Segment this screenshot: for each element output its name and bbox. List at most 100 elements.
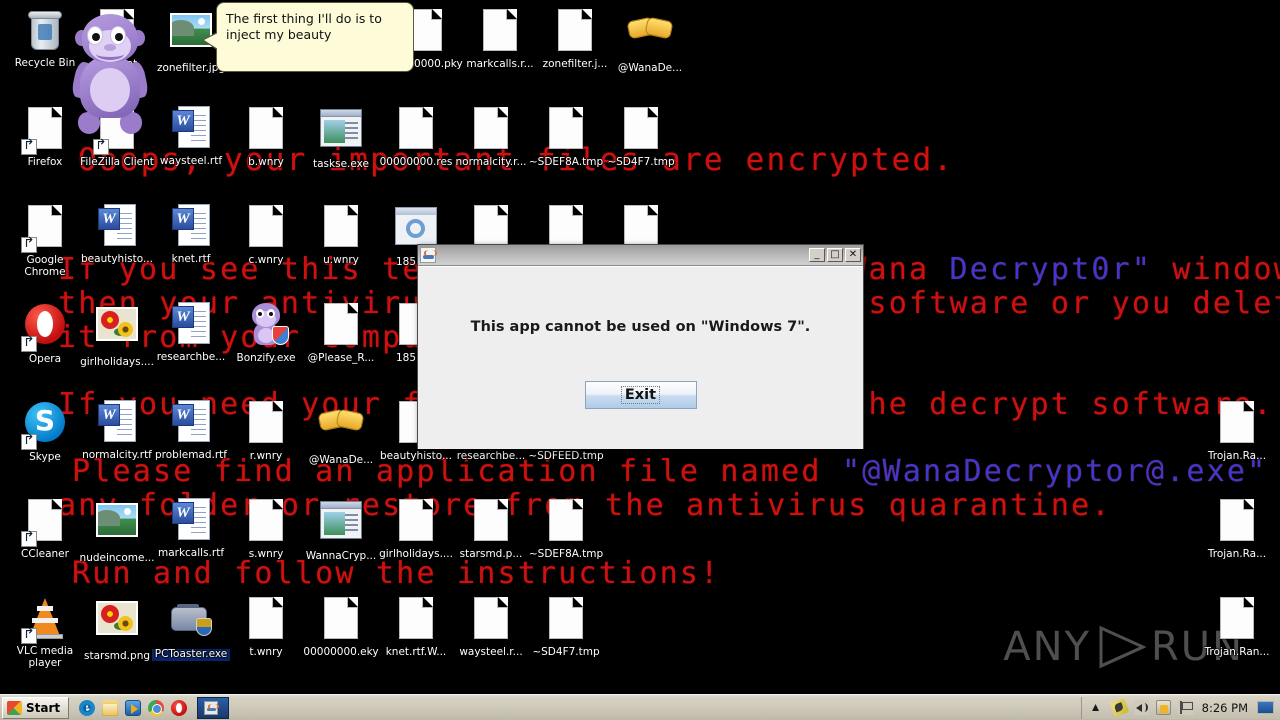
ransom-line-2-part-c: window, [1172, 252, 1280, 287]
desktop-icon[interactable]: PCToaster.exe [152, 594, 230, 661]
desktop-icon-label: girlholidays.... [379, 548, 453, 560]
desktop-icon-label: normalcity.r... [455, 156, 527, 168]
desktop-icon[interactable]: Wnormalcity.rtf [78, 398, 156, 462]
exit-button[interactable]: Exit [584, 381, 697, 409]
desktop-icon[interactable]: r.wnry [227, 398, 305, 463]
desktop-icon[interactable]: 00000000.eky [302, 594, 380, 659]
show-hidden-icons-chevron[interactable]: ▲ [1090, 700, 1105, 715]
start-button-label: Start [26, 700, 61, 715]
file-icon [1220, 401, 1254, 443]
desktop-icon-glyph [167, 599, 215, 647]
volume-icon[interactable] [1133, 700, 1149, 715]
network-icon[interactable] [1109, 697, 1129, 718]
settings-file-icon [395, 207, 437, 245]
desktop-icon-glyph [93, 307, 141, 355]
quick-launch-bar [79, 699, 188, 716]
action-flag-icon[interactable] [1177, 700, 1193, 715]
desktop-icon[interactable]: c.wnry [227, 202, 305, 267]
taskbar-item-java-app[interactable] [197, 696, 230, 719]
desktop-icon[interactable]: 00000000.res [377, 104, 455, 169]
desktop-icon[interactable]: Wbeautyhisto... [78, 202, 156, 266]
desktop-icon[interactable]: CCleaner [6, 496, 84, 561]
windows-explorer-icon[interactable] [102, 699, 119, 716]
desktop-icon-glyph [242, 401, 290, 449]
desktop-icon-label: waysteel.r... [459, 646, 523, 658]
security-center-icon[interactable] [1155, 700, 1171, 715]
desktop-icon[interactable]: t.wnry [227, 594, 305, 659]
dialog-titlebar[interactable]: _ □ ✕ [418, 245, 863, 266]
desktop-icon[interactable]: Trojan.Ran... [1198, 594, 1276, 659]
windows-media-player-icon[interactable] [125, 699, 142, 716]
bonzi-eye-right [110, 26, 126, 45]
desktop-icon[interactable]: ~SDEF8A.tmp [527, 104, 605, 169]
desktop-icon[interactable]: Wmarkcalls.rtf [152, 496, 230, 560]
desktop-icon[interactable]: nudeincome... [78, 496, 156, 565]
desktop-icon-label: knet.rtf.W... [385, 646, 447, 658]
desktop-icon[interactable]: WannaCryp... [302, 496, 380, 563]
desktop-icon-glyph [317, 303, 365, 351]
desktop-icon[interactable]: b.wnry [227, 104, 305, 169]
desktop-icon-glyph: W [167, 498, 215, 546]
desktop-icon-glyph [542, 499, 590, 547]
desktop-icon-label: ~SDEF8A.tmp [528, 156, 604, 168]
close-button[interactable]: ✕ [845, 248, 861, 262]
desktop-icon-label: researchbe... [156, 351, 226, 363]
show-desktop-icon[interactable] [1257, 701, 1274, 714]
desktop-icon-label: t.wnry [249, 646, 283, 658]
desktop-icon[interactable]: waysteel.r... [452, 594, 530, 659]
desktop-icon[interactable]: starsmd.png [78, 594, 156, 663]
desktop-icon[interactable]: knet.rtf.W... [377, 594, 455, 659]
desktop-icon[interactable]: girlholidays.... [78, 300, 156, 369]
start-button[interactable]: Start [2, 696, 70, 719]
desktop-icon[interactable]: Wproblemad.rtf [152, 398, 230, 462]
desktop-icon[interactable]: s.wnry [227, 496, 305, 561]
desktop-icon[interactable]: Skype [6, 398, 84, 464]
desktop-icon[interactable]: @WanaDe... [302, 398, 380, 467]
taskbar-clock[interactable]: 8:26 PM [1200, 701, 1250, 715]
google-chrome-icon[interactable] [148, 699, 165, 716]
java-app-dialog[interactable]: _ □ ✕ This app cannot be used on "Window… [417, 244, 864, 449]
desktop-icon[interactable]: markcalls.r... [461, 6, 539, 71]
opera-icon[interactable] [171, 699, 188, 716]
maximize-button[interactable]: □ [827, 248, 843, 262]
desktop-icon[interactable]: taskse.exe [302, 104, 380, 171]
desktop-icon-label: @Please_R... [307, 352, 375, 364]
desktop-icon[interactable]: @WanaDe... [611, 6, 689, 75]
desktop-icon[interactable]: Opera [6, 300, 84, 366]
desktop-icon-glyph [542, 597, 590, 645]
system-tray: ▲ 8:26 PM [1080, 696, 1280, 719]
desktop-icon[interactable]: ~SD4F7.tmp [602, 104, 680, 169]
desktop-icon[interactable]: girlholidays.... [377, 496, 455, 561]
desktop-icon-glyph [242, 303, 290, 351]
desktop-icon[interactable]: @Please_R... [302, 300, 380, 365]
desktop-icon[interactable]: zonefilter.j... [536, 6, 614, 71]
desktop-icon-label: VLC media player [16, 645, 74, 669]
desktop-icon-label: taskse.exe [313, 158, 369, 170]
desktop-screen: Ooops, your important files are encrypte… [0, 0, 1280, 720]
photo-file-icon [96, 601, 138, 635]
desktop-icon-label: knet.rtf [171, 253, 211, 265]
shortcut-arrow-icon [21, 531, 37, 547]
desktop-icon[interactable]: u.wnry [302, 202, 380, 267]
desktop-icon[interactable]: ~SD4F7.tmp [527, 594, 605, 659]
desktop-icon-label: CCleaner [21, 548, 69, 560]
file-icon [624, 107, 658, 149]
minimize-button[interactable]: _ [809, 248, 825, 262]
bonzi-buddy-character[interactable] [62, 14, 158, 134]
desktop-icon-glyph [317, 405, 365, 453]
desktop-icon[interactable]: Google Chrome [6, 202, 84, 278]
desktop-icon-label: Firefox [27, 156, 63, 168]
desktop-icon[interactable]: ~SDEF8A.tmp [527, 496, 605, 561]
desktop-icon[interactable]: Wwaysteel.rtf [152, 104, 230, 168]
desktop-icon[interactable]: Wresearchbe... [152, 300, 230, 364]
desktop-icon[interactable]: starsmd.p... [452, 496, 530, 561]
desktop-icon-label: Google Chrome [24, 254, 66, 278]
desktop-icon[interactable]: Bonzify.exe [227, 300, 305, 365]
desktop-icon[interactable]: Trojan.Ra... [1198, 496, 1276, 561]
internet-explorer-icon[interactable] [79, 699, 96, 716]
desktop-icon[interactable]: VLC media player [6, 594, 84, 669]
desktop-icon[interactable]: Wknet.rtf [152, 202, 230, 266]
desktop-icon[interactable]: normalcity.r... [452, 104, 530, 169]
desktop-icon-glyph [242, 107, 290, 155]
desktop-icon[interactable]: Trojan.Ra... [1198, 398, 1276, 463]
